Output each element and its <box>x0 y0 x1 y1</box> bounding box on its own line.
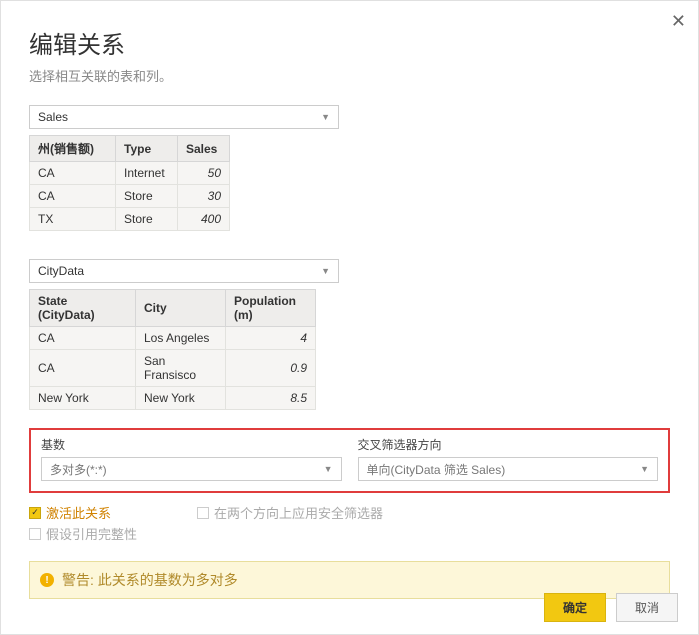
warning-icon: ! <box>40 573 54 587</box>
cell: 50 <box>178 162 230 185</box>
table-row: New YorkNew York8.5 <box>30 387 316 410</box>
table1-select-value: Sales <box>38 110 68 124</box>
chevron-down-icon: ▼ <box>321 266 330 276</box>
table-header-row: State (CityData) City Population (m) <box>30 290 316 327</box>
crossfilter-label: 交叉筛选器方向 <box>358 436 659 453</box>
col-header[interactable]: Sales <box>178 136 230 162</box>
cancel-button[interactable]: 取消 <box>616 593 678 622</box>
checkbox-icon <box>29 528 41 540</box>
table-row: CASan Fransisco0.9 <box>30 350 316 387</box>
table1-preview: 州(销售额) Type Sales CAInternet50 CAStore30… <box>29 135 230 231</box>
cardinality-label: 基数 <box>41 436 342 453</box>
dialog-footer: 确定 取消 <box>544 593 678 622</box>
check-col-left: ✓ 激活此关系 假设引用完整性 <box>29 501 137 545</box>
assume-integrity-check[interactable]: 假设引用完整性 <box>29 524 137 543</box>
assume-label: 假设引用完整性 <box>46 524 137 543</box>
dialog-subtitle: 选择相互关联的表和列。 <box>29 66 670 85</box>
warning-text: 警告: 此关系的基数为多对多 <box>62 570 238 590</box>
check-col-right: 在两个方向上应用安全筛选器 <box>197 501 383 545</box>
table-row: CALos Angeles4 <box>30 327 316 350</box>
dialog-body: 编辑关系 选择相互关联的表和列。 Sales ▼ 州(销售额) Type Sal… <box>1 1 698 613</box>
cardinality-select[interactable]: 多对多(*:*) ▼ <box>41 457 342 481</box>
crossfilter-select[interactable]: 单向(CityData 筛选 Sales) ▼ <box>358 457 659 481</box>
cell: Los Angeles <box>136 327 226 350</box>
activate-label: 激活此关系 <box>46 503 111 522</box>
table2-select-value: CityData <box>38 264 84 278</box>
chevron-down-icon: ▼ <box>324 464 333 474</box>
cell: CA <box>30 327 136 350</box>
security-label: 在两个方向上应用安全筛选器 <box>214 503 383 522</box>
dialog-title: 编辑关系 <box>29 25 670 60</box>
cardinality-group: 基数 多对多(*:*) ▼ <box>41 436 342 481</box>
table1-select[interactable]: Sales ▼ <box>29 105 339 129</box>
cell: CA <box>30 185 116 208</box>
cell: New York <box>136 387 226 410</box>
cell: San Fransisco <box>136 350 226 387</box>
cardinality-value: 多对多(*:*) <box>50 461 107 478</box>
checkbox-checked-icon: ✓ <box>29 507 41 519</box>
col-header[interactable]: City <box>136 290 226 327</box>
table2-preview: State (CityData) City Population (m) CAL… <box>29 289 316 410</box>
close-icon[interactable]: ✕ <box>671 11 686 32</box>
cell: Internet <box>116 162 178 185</box>
cell: 8.5 <box>226 387 316 410</box>
table-row: TXStore400 <box>30 208 230 231</box>
cell: 0.9 <box>226 350 316 387</box>
cell: 30 <box>178 185 230 208</box>
cell: CA <box>30 350 136 387</box>
cell: CA <box>30 162 116 185</box>
checkbox-area: ✓ 激活此关系 假设引用完整性 在两个方向上应用安全筛选器 <box>29 501 670 545</box>
cell: Store <box>116 185 178 208</box>
table-header-row: 州(销售额) Type Sales <box>30 136 230 162</box>
cell: 4 <box>226 327 316 350</box>
table2-select[interactable]: CityData ▼ <box>29 259 339 283</box>
chevron-down-icon: ▼ <box>321 112 330 122</box>
relationship-options-highlight: 基数 多对多(*:*) ▼ 交叉筛选器方向 单向(CityData 筛选 Sal… <box>29 428 670 493</box>
cell: 400 <box>178 208 230 231</box>
table-row: CAInternet50 <box>30 162 230 185</box>
activate-relationship-check[interactable]: ✓ 激活此关系 <box>29 503 137 522</box>
security-filter-check: 在两个方向上应用安全筛选器 <box>197 503 383 522</box>
chevron-down-icon: ▼ <box>640 464 649 474</box>
col-header[interactable]: Type <box>116 136 178 162</box>
table-row: CAStore30 <box>30 185 230 208</box>
col-header[interactable]: Population (m) <box>226 290 316 327</box>
cell: Store <box>116 208 178 231</box>
ok-button[interactable]: 确定 <box>544 593 606 622</box>
crossfilter-group: 交叉筛选器方向 单向(CityData 筛选 Sales) ▼ <box>358 436 659 481</box>
col-header[interactable]: State (CityData) <box>30 290 136 327</box>
checkbox-icon <box>197 507 209 519</box>
cell: TX <box>30 208 116 231</box>
col-header[interactable]: 州(销售额) <box>30 136 116 162</box>
cell: New York <box>30 387 136 410</box>
crossfilter-value: 单向(CityData 筛选 Sales) <box>367 461 506 478</box>
